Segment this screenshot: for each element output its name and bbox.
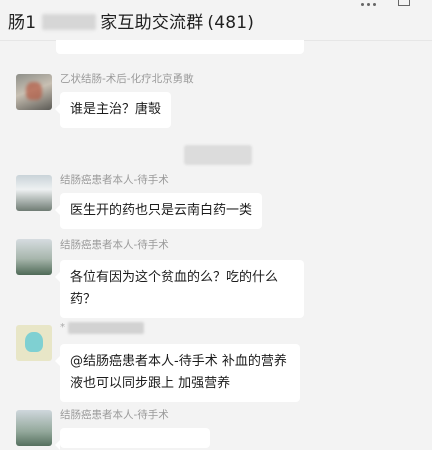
redacted-sender-name xyxy=(68,322,144,334)
sender-name: * xyxy=(60,322,65,333)
window-control-icon[interactable] xyxy=(398,0,410,6)
chat-title: 肠1 家互助交流群 (481) xyxy=(8,8,254,33)
avatar[interactable] xyxy=(16,175,52,211)
message-text: 各位有因为这个贫血的么？吃的什么药？ xyxy=(70,270,279,307)
chat-title-suffix: 家互助交流群 xyxy=(100,13,204,33)
more-options-icon[interactable] xyxy=(356,0,380,8)
sender-name: 结肠癌患者本人-待手术 xyxy=(60,239,169,251)
message-text: @结肠癌患者本人-待手术 补血的营养液也可以同步跟上 加强营养 xyxy=(70,354,287,391)
message-text: 医生开的药也只是云南白药一类 xyxy=(70,203,253,218)
message-bubble: 各位有因为这个贫血的么？吃的什么药？ xyxy=(55,260,304,318)
sender-name: 结肠癌患者本人-待手术 xyxy=(60,174,169,186)
redacted-title-segment xyxy=(42,14,97,30)
message-bubble xyxy=(55,428,210,450)
message-bubble: 谁是主治？唐彀 xyxy=(54,92,172,128)
message-text: 谁是主治？唐彀 xyxy=(70,102,162,117)
member-count: (481) xyxy=(207,13,255,33)
message-bubble: 医生开的药也只是云南白药一类 xyxy=(54,193,263,229)
avatar[interactable] xyxy=(16,325,52,361)
previous-message-bubble xyxy=(56,40,304,54)
message-bubble: @结肠癌患者本人-待手术 补血的营养液也可以同步跟上 加强营养 xyxy=(55,344,300,402)
system-notice xyxy=(184,145,252,165)
avatar[interactable] xyxy=(16,74,52,110)
avatar[interactable] xyxy=(16,410,52,446)
avatar[interactable] xyxy=(16,239,52,275)
chat-header: 肠1 家互助交流群 (481) xyxy=(0,0,432,41)
chat-title-prefix: 肠1 xyxy=(8,13,37,33)
sender-name: 结肠癌患者本人-待手术 xyxy=(60,409,169,421)
sender-name: 乙状结肠-术后-化疗北京勇敢 xyxy=(60,73,194,85)
